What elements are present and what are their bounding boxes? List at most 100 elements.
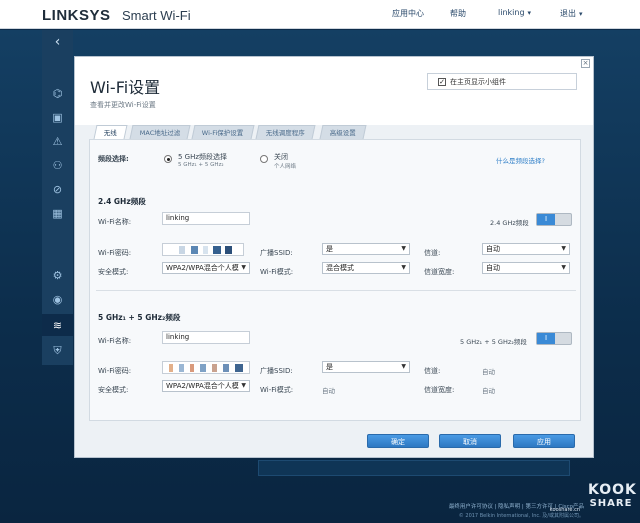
band5-toggle[interactable]: I bbox=[536, 332, 572, 345]
speed-test-icon[interactable]: ▦ bbox=[42, 202, 73, 224]
watermark-site: kooshare.cn bbox=[549, 507, 580, 513]
band5-mode-label: Wi-Fi模式: bbox=[260, 386, 294, 394]
band5-ssid-select[interactable]: 是 ▼ bbox=[322, 361, 410, 373]
band24-security-select[interactable]: WPA2/WPA混合个人模 ▼ bbox=[162, 262, 250, 274]
top-bar: LINKSYS Smart Wi-Fi 应用中心 帮助 linking ▾ 退出 ▾ bbox=[0, 0, 640, 29]
band24-ssid-label: 广播SSID: bbox=[260, 249, 293, 257]
chevron-down-icon: ▼ bbox=[401, 245, 406, 252]
masked-block bbox=[223, 364, 229, 372]
media-prioritization-icon[interactable]: ⊘ bbox=[42, 178, 73, 200]
masked-block bbox=[179, 246, 185, 254]
band-select-label: 频段选择: bbox=[98, 155, 129, 163]
band24-width-select[interactable]: 自动 ▼ bbox=[482, 262, 570, 274]
toggle-knob: I bbox=[537, 214, 555, 225]
logout-label: 退出 bbox=[560, 9, 576, 18]
band24-password-input[interactable] bbox=[162, 243, 244, 256]
masked-block bbox=[225, 246, 232, 254]
dialog-title: Wi-Fi设置 bbox=[90, 78, 161, 97]
back-arrow-icon[interactable]: ‹ bbox=[42, 30, 73, 54]
dialog-subtitle: 查看并更改Wi-Fi设置 bbox=[90, 101, 156, 109]
masked-block bbox=[203, 246, 208, 254]
brand-logo: LINKSYS bbox=[42, 7, 111, 24]
band5-name-label: Wi-Fi名称: bbox=[98, 337, 132, 345]
band24-toggle[interactable]: I bbox=[536, 213, 572, 226]
band5-width-value: 自动 bbox=[482, 387, 495, 395]
chevron-down-icon: ▼ bbox=[241, 382, 246, 389]
nav-logout[interactable]: 退出 ▾ bbox=[560, 8, 583, 19]
show-widget-checkbox[interactable]: ✓ 在主页显示小组件 bbox=[427, 73, 577, 90]
band24-mode-select[interactable]: 混合模式 ▼ bbox=[322, 262, 410, 274]
ok-button[interactable]: 确定 bbox=[367, 434, 429, 448]
band24-wifi-name-input[interactable]: linking bbox=[162, 212, 250, 225]
band24-mode-label: Wi-Fi模式: bbox=[260, 268, 294, 276]
tab-mac-filter[interactable]: MAC地址过滤 bbox=[129, 125, 191, 139]
wifi-icon[interactable]: ≋ bbox=[42, 314, 73, 336]
band5-toggle-label: 5 GHz₁ + 5 GHz₂频段 bbox=[460, 338, 527, 346]
band5-channel-value: 自动 bbox=[482, 368, 495, 376]
dialog-header: Wi-Fi设置 查看并更改Wi-Fi设置 ✓ 在主页显示小组件 × bbox=[75, 57, 593, 125]
tab-wireless-scheduler[interactable]: 无线调度程序 bbox=[255, 125, 316, 139]
tab-wireless[interactable]: 无线 bbox=[93, 125, 128, 139]
masked-block bbox=[235, 364, 243, 372]
chevron-down-icon: ▼ bbox=[401, 264, 406, 271]
watermark-logo: KOOK SHARE bbox=[588, 482, 636, 509]
settings-gear-icon[interactable]: ⚙ bbox=[42, 264, 73, 286]
chevron-down-icon: ▾ bbox=[579, 10, 583, 18]
masked-block bbox=[179, 364, 184, 372]
toggle-knob: I bbox=[537, 333, 555, 344]
band5-heading: 5 GHz₁ + 5 GHz₂频段 bbox=[98, 313, 181, 322]
widget-label: 在主页显示小组件 bbox=[450, 77, 506, 86]
background-panel bbox=[258, 460, 570, 476]
tab-wps[interactable]: Wi-Fi保护设置 bbox=[191, 125, 255, 139]
chevron-down-icon: ▼ bbox=[241, 264, 246, 271]
user-name: linking bbox=[498, 8, 525, 17]
band5-ssid-label: 广播SSID: bbox=[260, 367, 293, 375]
band5-password-input[interactable] bbox=[162, 361, 250, 374]
devices-icon[interactable]: ▣ bbox=[42, 106, 73, 128]
cancel-button[interactable]: 取消 bbox=[439, 434, 501, 448]
masked-block bbox=[191, 246, 198, 254]
band-option-sub: 5 GHz₁ + 5 GHz₂ bbox=[178, 162, 224, 168]
band24-ssid-select[interactable]: 是 ▼ bbox=[322, 243, 410, 255]
section-divider bbox=[96, 290, 576, 291]
band-help-link[interactable]: 什么是频段选择? bbox=[496, 155, 545, 165]
warning-icon[interactable]: ⚠ bbox=[42, 130, 73, 152]
nav-app-center[interactable]: 应用中心 bbox=[392, 8, 424, 19]
masked-block bbox=[169, 364, 173, 372]
band5-wifi-name-input[interactable]: linking bbox=[162, 331, 250, 344]
masked-block bbox=[200, 364, 206, 372]
band-option-label: 5 GHz频段选择 bbox=[178, 153, 228, 161]
network-map-icon[interactable]: ⌬ bbox=[42, 82, 73, 104]
band-off-sub: 个人网络 bbox=[274, 164, 297, 170]
chevron-down-icon: ▼ bbox=[561, 264, 566, 271]
band24-channel-select[interactable]: 自动 ▼ bbox=[482, 243, 570, 255]
footer-copyright: © 2017 Belkin International, Inc. 及/或其附属… bbox=[458, 513, 584, 519]
nav-help[interactable]: 帮助 bbox=[450, 8, 466, 19]
band5-security-label: 安全模式: bbox=[98, 386, 129, 394]
tab-bar: 无线 MAC地址过滤 Wi-Fi保护设置 无线调度程序 高级设置 bbox=[89, 125, 581, 139]
band24-width-label: 信道宽度: bbox=[424, 268, 455, 276]
band5-mode-value: 自动 bbox=[322, 387, 335, 395]
dialog-footer: 确定 取消 应用 bbox=[75, 425, 593, 458]
apply-button[interactable]: 应用 bbox=[513, 434, 575, 448]
band5-security-select[interactable]: WPA2/WPA混合个人模 ▼ bbox=[162, 380, 250, 392]
band-select-radio[interactable] bbox=[164, 155, 172, 163]
wifi-settings-dialog: Wi-Fi设置 查看并更改Wi-Fi设置 ✓ 在主页显示小组件 × 无线 MAC… bbox=[74, 56, 594, 458]
band-off-label: 关闭 bbox=[274, 153, 288, 161]
masked-block bbox=[213, 246, 221, 254]
camera-icon[interactable]: ◉ bbox=[42, 288, 73, 310]
product-name: Smart Wi-Fi bbox=[122, 8, 191, 23]
parental-control-icon[interactable]: ⚇ bbox=[42, 154, 73, 176]
wireless-tab-content: 频段选择: 5 GHz频段选择 5 GHz₁ + 5 GHz₂ 关闭 个人网络 … bbox=[89, 139, 581, 421]
band-off-radio[interactable] bbox=[260, 155, 268, 163]
nav-user-menu[interactable]: linking ▾ bbox=[498, 8, 531, 17]
band5-channel-label: 信道: bbox=[424, 367, 441, 375]
band24-toggle-label: 2.4 GHz频段 bbox=[490, 219, 529, 227]
band24-password-label: Wi-Fi密码: bbox=[98, 249, 132, 257]
chevron-down-icon: ▼ bbox=[401, 363, 406, 370]
security-shield-icon[interactable]: ⛨ bbox=[42, 340, 73, 362]
band24-channel-label: 信道: bbox=[424, 249, 441, 257]
tab-advanced[interactable]: 高级设置 bbox=[319, 125, 367, 139]
close-icon[interactable]: × bbox=[581, 59, 590, 68]
watermark-line2: SHARE bbox=[589, 498, 633, 509]
